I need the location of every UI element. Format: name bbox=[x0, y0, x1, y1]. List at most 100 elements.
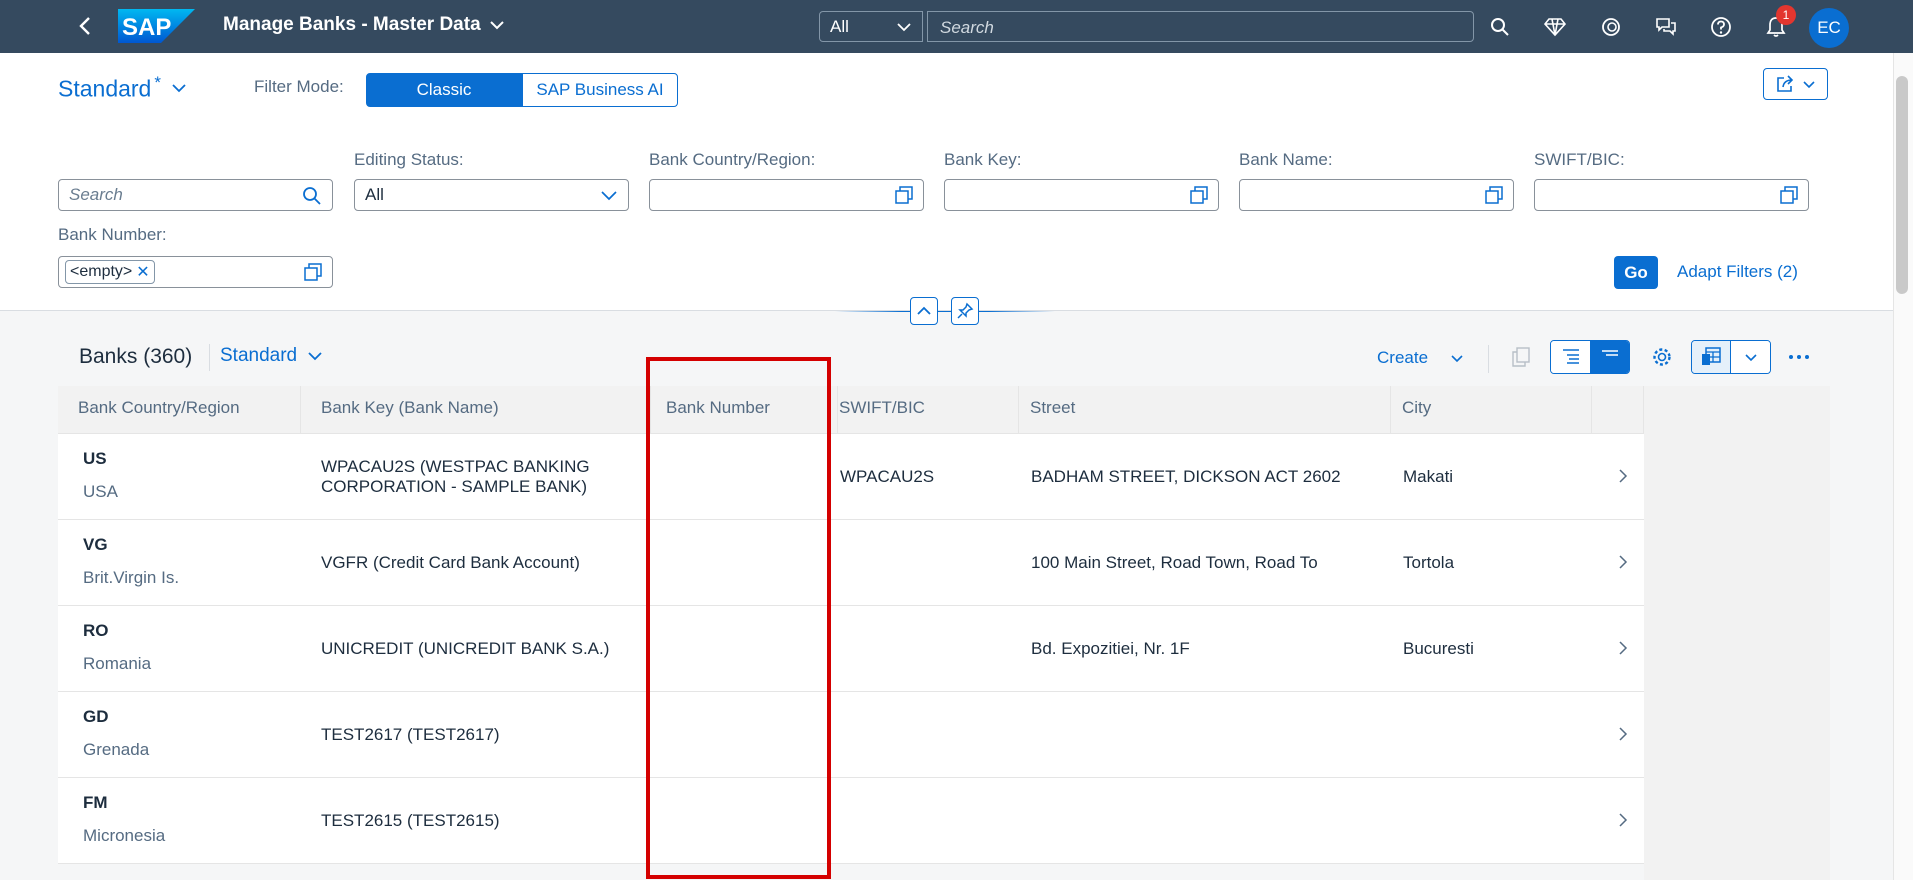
table-row[interactable]: GD Grenada TEST2617 (TEST2617) bbox=[58, 692, 1644, 778]
country-code: GD bbox=[83, 707, 109, 726]
editing-status-label: Editing Status: bbox=[354, 150, 464, 169]
country-name: USA bbox=[83, 482, 118, 501]
table-row[interactable]: VG Brit.Virgin Is. VGFR (Credit Card Ban… bbox=[58, 520, 1644, 606]
create-menu-button[interactable]: Create bbox=[1377, 348, 1464, 368]
value-help-icon[interactable] bbox=[1780, 186, 1798, 204]
chevron-right-icon[interactable] bbox=[1618, 554, 1628, 570]
filter-search-input[interactable]: Search bbox=[58, 179, 333, 211]
column-header-bank-country[interactable]: Bank Country/Region bbox=[58, 386, 301, 434]
go-button[interactable]: Go bbox=[1614, 256, 1658, 289]
editing-status-select[interactable]: All bbox=[354, 179, 629, 211]
expand-rows-button[interactable] bbox=[1551, 341, 1590, 373]
chevron-left-icon bbox=[79, 17, 90, 35]
column-header-swift-bic[interactable]: SWIFT/BIC bbox=[838, 386, 1019, 434]
export-button-group bbox=[1691, 340, 1771, 374]
notification-count-badge: 1 bbox=[1776, 5, 1796, 25]
export-menu-button[interactable] bbox=[1731, 341, 1770, 373]
collapse-rows-button[interactable] bbox=[1590, 341, 1629, 373]
table-body: US USA WPACAU2S (WESTPAC BANKING CORPORA… bbox=[58, 434, 1644, 864]
help-icon bbox=[1711, 17, 1731, 37]
chevron-right-icon[interactable] bbox=[1618, 640, 1628, 656]
filter-mode-label: Filter Mode: bbox=[254, 77, 344, 96]
value-help-icon[interactable] bbox=[1485, 186, 1503, 204]
bank-key-input[interactable] bbox=[944, 179, 1219, 211]
app-title-menu[interactable]: Manage Banks - Master Data bbox=[223, 14, 505, 36]
pin-header-button[interactable] bbox=[951, 297, 979, 325]
diamond-icon bbox=[1544, 18, 1566, 37]
header-divider bbox=[835, 311, 1055, 312]
column-header-navigation bbox=[1592, 386, 1644, 434]
table-variant-management[interactable]: Standard bbox=[220, 345, 323, 367]
pin-icon bbox=[957, 302, 974, 319]
cell-bank-key: WPACAU2S (WESTPAC BANKING CORPORATION - … bbox=[321, 457, 590, 496]
table-title: Banks (360) bbox=[79, 345, 193, 368]
search-scope-select[interactable]: All bbox=[819, 11, 923, 42]
swift-bic-label: SWIFT/BIC: bbox=[1534, 150, 1625, 169]
value-help-icon[interactable] bbox=[1190, 186, 1208, 204]
user-avatar[interactable]: EC bbox=[1809, 8, 1849, 48]
search-icon bbox=[303, 187, 321, 205]
country-code: FM bbox=[83, 793, 108, 812]
token-text: <empty> bbox=[70, 263, 133, 280]
filter-mode-classic[interactable]: Classic bbox=[366, 73, 522, 107]
more-actions-button[interactable] bbox=[1782, 340, 1816, 374]
cell-street: Bd. Expozitiei, Nr. 1F bbox=[1031, 639, 1190, 658]
page-scrollbar-thumb[interactable] bbox=[1896, 76, 1908, 294]
value-help-icon[interactable] bbox=[895, 186, 913, 204]
search-button[interactable] bbox=[1483, 12, 1517, 42]
table-empty-area bbox=[1644, 386, 1830, 880]
country-code: VG bbox=[83, 535, 108, 554]
copy-button[interactable] bbox=[1504, 340, 1538, 374]
export-button[interactable] bbox=[1692, 341, 1732, 373]
chevron-down-icon bbox=[1451, 354, 1463, 362]
table-row[interactable]: US USA WPACAU2S (WESTPAC BANKING CORPORA… bbox=[58, 434, 1644, 520]
token-remove-icon[interactable]: ✕ bbox=[136, 262, 149, 282]
chevron-right-icon[interactable] bbox=[1618, 812, 1628, 828]
sap-logo[interactable]: SAP bbox=[118, 9, 195, 43]
bank-country-input[interactable] bbox=[649, 179, 924, 211]
search-icon bbox=[1491, 18, 1509, 36]
bank-number-token: <empty> ✕ bbox=[65, 260, 155, 284]
bank-name-input[interactable] bbox=[1239, 179, 1514, 211]
chevron-right-icon[interactable] bbox=[1618, 468, 1628, 484]
filter-mode-ai[interactable]: SAP Business AI bbox=[522, 73, 678, 107]
table-row[interactable]: RO Romania UNICREDIT (UNICREDIT BANK S.A… bbox=[58, 606, 1644, 692]
toolbar-separator bbox=[1488, 345, 1489, 373]
column-header-city[interactable]: City bbox=[1391, 386, 1592, 434]
cell-city bbox=[1391, 692, 1592, 778]
swift-bic-input[interactable] bbox=[1534, 179, 1809, 211]
table-header: Bank Country/Region Bank Key (Bank Name)… bbox=[58, 386, 1830, 434]
variant-name: Standard * bbox=[58, 73, 161, 102]
chat-icon bbox=[1656, 18, 1676, 36]
chevron-down-icon bbox=[489, 21, 504, 30]
chevron-right-icon[interactable] bbox=[1618, 726, 1628, 742]
cell-city: Tortola bbox=[1403, 553, 1455, 572]
joule-button[interactable] bbox=[1538, 12, 1572, 42]
shell-bar: SAP Manage Banks - Master Data All Searc… bbox=[0, 0, 1913, 53]
cell-street bbox=[1019, 692, 1391, 778]
adapt-filters-button[interactable]: Adapt Filters (2) bbox=[1677, 262, 1798, 282]
country-name: Micronesia bbox=[83, 826, 166, 845]
value-help-icon[interactable] bbox=[304, 263, 322, 281]
cell-city bbox=[1391, 778, 1592, 864]
help-button[interactable] bbox=[1704, 12, 1738, 42]
bank-key-label: Bank Key: bbox=[944, 150, 1022, 169]
share-button[interactable] bbox=[1763, 68, 1828, 100]
bank-country-label: Bank Country/Region: bbox=[649, 150, 816, 169]
shell-search-input[interactable]: Search bbox=[927, 11, 1474, 42]
variant-management[interactable]: Standard * bbox=[58, 73, 187, 103]
feedback-button[interactable] bbox=[1649, 12, 1683, 42]
column-header-street[interactable]: Street bbox=[1019, 386, 1391, 434]
table-row[interactable]: FM Micronesia TEST2615 (TEST2615) bbox=[58, 778, 1644, 864]
copy-icon bbox=[1512, 347, 1530, 367]
bank-number-input[interactable]: <empty> ✕ bbox=[58, 256, 333, 288]
cell-bank-country: FM Micronesia bbox=[58, 778, 301, 864]
ai-assistant-button[interactable] bbox=[1594, 12, 1628, 42]
column-header-bank-key[interactable]: Bank Key (Bank Name) bbox=[301, 386, 651, 434]
chevron-down-icon bbox=[172, 84, 186, 93]
chevron-down-icon bbox=[1744, 353, 1757, 361]
collapse-header-button[interactable] bbox=[910, 297, 938, 325]
country-code: RO bbox=[83, 621, 109, 640]
table-settings-button[interactable] bbox=[1645, 340, 1679, 374]
back-button[interactable] bbox=[72, 12, 98, 40]
